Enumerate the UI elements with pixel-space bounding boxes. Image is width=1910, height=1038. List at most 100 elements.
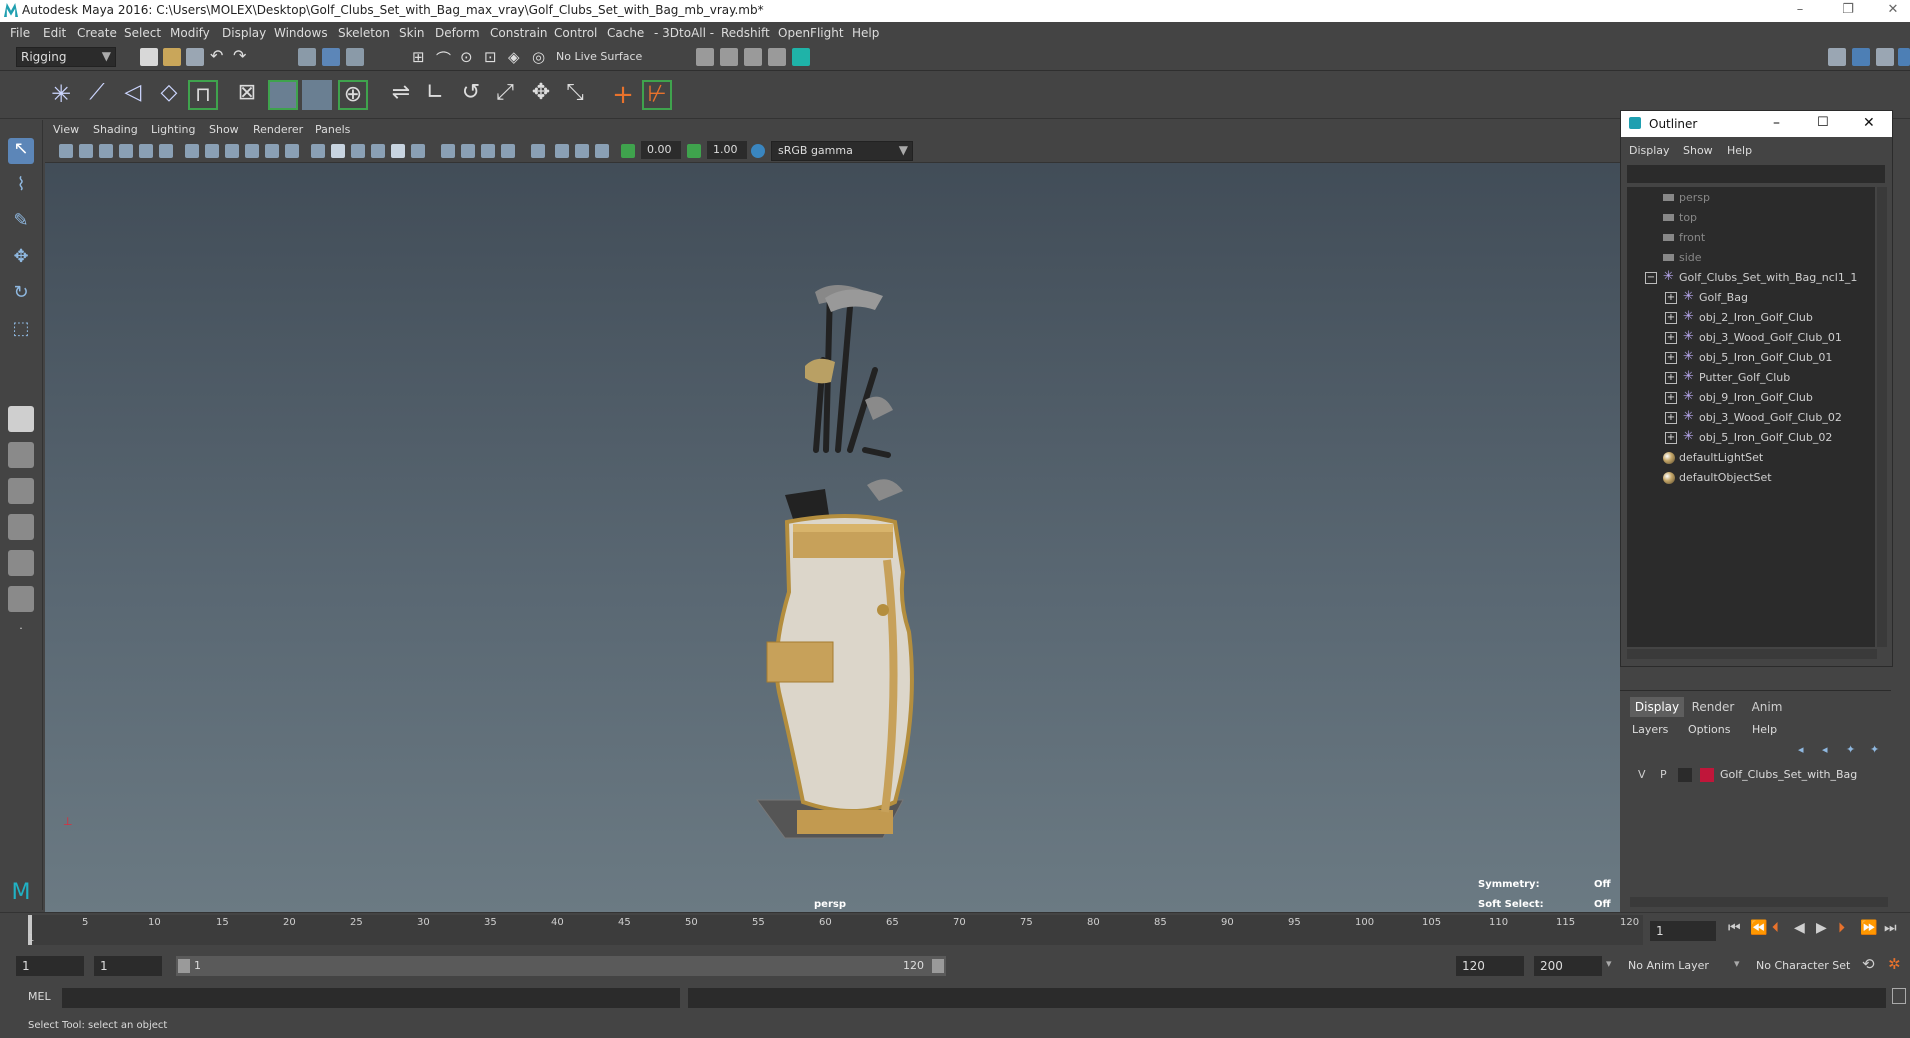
- menu-windows[interactable]: Windows: [274, 26, 328, 40]
- render-settings-icon[interactable]: [768, 48, 786, 66]
- menu-create[interactable]: Create: [77, 26, 117, 40]
- current-frame-field[interactable]: 1: [1650, 921, 1716, 941]
- menu-display[interactable]: Display: [222, 26, 266, 40]
- tree-item-top[interactable]: top: [1627, 209, 1875, 227]
- redo-icon[interactable]: ↷: [233, 48, 251, 66]
- collapse-icon[interactable]: −: [1645, 272, 1657, 284]
- outliner-menu-display[interactable]: Display: [1629, 144, 1670, 157]
- tree-item-root-group[interactable]: − ✳ Golf_Clubs_Set_with_Bag_ncl1_1: [1627, 269, 1875, 287]
- menu-modify[interactable]: Modify: [170, 26, 210, 40]
- point-constraint-icon[interactable]: ⇌: [386, 80, 416, 110]
- chevron-down-icon[interactable]: ▾: [1606, 957, 1612, 970]
- select-hierarchy-icon[interactable]: [298, 48, 316, 66]
- time-slider[interactable]: 1 5 10 15 20 25 30 35 40 45 50 55 60 65 …: [0, 912, 1910, 949]
- shadows-icon[interactable]: [411, 144, 425, 158]
- snap-grid-icon[interactable]: ⊞: [412, 48, 430, 66]
- wrap-deformer-icon[interactable]: [302, 80, 332, 110]
- move-tool-icon[interactable]: ✥: [8, 246, 34, 272]
- tree-item-5-iron-01[interactable]: + ✳ obj_5_Iron_Golf_Club_01: [1627, 349, 1875, 367]
- expand-icon[interactable]: +: [1665, 352, 1677, 364]
- anim-layer-dropdown[interactable]: No Anim Layer: [1622, 956, 1742, 976]
- snap-curve-icon[interactable]: ⌒: [436, 48, 454, 68]
- script-editor-icon[interactable]: [1892, 988, 1906, 1004]
- close-button[interactable]: ✕: [1878, 2, 1908, 20]
- select-camera-icon[interactable]: [59, 144, 73, 158]
- expand-icon[interactable]: +: [1665, 392, 1677, 404]
- menu-control[interactable]: Control: [554, 26, 597, 40]
- outliner-horizontal-scrollbar[interactable]: [1627, 649, 1877, 659]
- menu-cache[interactable]: Cache: [607, 26, 644, 40]
- chevron-down-icon[interactable]: ▾: [1734, 957, 1740, 970]
- menu-edit[interactable]: Edit: [43, 26, 66, 40]
- bind-skin-icon[interactable]: ⊓: [188, 80, 218, 110]
- tree-item-putter[interactable]: + ✳ Putter_Golf_Club: [1627, 369, 1875, 387]
- undo-icon[interactable]: ↶: [210, 48, 228, 66]
- layer-horizontal-scrollbar[interactable]: [1630, 897, 1888, 907]
- expand-icon[interactable]: +: [1665, 312, 1677, 324]
- channel-box-toggle-icon[interactable]: [1898, 48, 1910, 66]
- layer-color-swatch[interactable]: [1700, 768, 1714, 782]
- ipr-render-icon[interactable]: [744, 48, 762, 66]
- bookmark-icon[interactable]: [99, 144, 113, 158]
- step-back-frame-icon[interactable]: ⏪: [1750, 920, 1767, 936]
- ik-spline-icon[interactable]: ◁: [118, 80, 148, 110]
- expand-icon[interactable]: +: [1665, 412, 1677, 424]
- two-d-pan-icon[interactable]: [139, 144, 153, 158]
- paint-select-icon[interactable]: ✎: [8, 210, 34, 236]
- time-slider-track[interactable]: [28, 915, 1643, 945]
- single-perspective-layout-icon[interactable]: [8, 406, 34, 432]
- color-management-icon[interactable]: [751, 144, 765, 158]
- range-slider-bar[interactable]: 1 120: [176, 956, 946, 976]
- camera-attributes-icon[interactable]: [79, 144, 93, 158]
- film-gate-icon[interactable]: [205, 144, 219, 158]
- menu-file[interactable]: File: [10, 26, 30, 40]
- tree-item-front[interactable]: front: [1627, 229, 1875, 247]
- outliner-menu-help[interactable]: Help: [1727, 144, 1752, 157]
- step-back-key-icon[interactable]: ⏴: [1772, 920, 1779, 936]
- expand-icon[interactable]: +: [1665, 432, 1677, 444]
- new-scene-icon[interactable]: [140, 48, 158, 66]
- panel-menu-shading[interactable]: Shading: [93, 123, 138, 136]
- layers-menu-options[interactable]: Options: [1688, 723, 1730, 736]
- layers-menu-help[interactable]: Help: [1752, 723, 1777, 736]
- new-layer-selected-icon[interactable]: ✦: [1870, 743, 1879, 756]
- outliner-persp-layout-icon[interactable]: [8, 586, 34, 612]
- command-input[interactable]: [62, 988, 680, 1008]
- play-backwards-icon[interactable]: ◀: [1794, 920, 1805, 936]
- perspective-viewport[interactable]: ⊥: [45, 120, 1620, 912]
- select-object-icon[interactable]: [322, 48, 340, 66]
- playback-start-field[interactable]: 1: [94, 956, 162, 976]
- xray-joints-icon[interactable]: [575, 144, 589, 158]
- open-scene-icon[interactable]: [163, 48, 181, 66]
- menu-skeleton[interactable]: Skeleton: [338, 26, 390, 40]
- tree-item-persp[interactable]: persp: [1627, 189, 1875, 207]
- exposure-field[interactable]: 0.00: [641, 141, 681, 159]
- panel-menu-lighting[interactable]: Lighting: [151, 123, 195, 136]
- parent-constraint-icon[interactable]: ✥: [526, 80, 556, 110]
- safe-action-icon[interactable]: [285, 144, 299, 158]
- snap-point-icon[interactable]: ⊙: [460, 48, 478, 66]
- cluster-icon[interactable]: ⊠: [232, 80, 262, 110]
- select-component-icon[interactable]: [346, 48, 364, 66]
- select-tool-icon[interactable]: ↖: [8, 138, 34, 164]
- panel-menu-renderer[interactable]: Renderer: [253, 123, 303, 136]
- outliner-minimize-button[interactable]: –: [1773, 115, 1780, 131]
- aim-constraint-icon[interactable]: ∟: [420, 80, 450, 110]
- lattice-icon[interactable]: [268, 80, 298, 110]
- outliner-menu-show[interactable]: Show: [1683, 144, 1713, 157]
- layer-row[interactable]: V P Golf_Clubs_Set_with_Bag: [1630, 765, 1888, 785]
- tab-anim[interactable]: Anim: [1742, 697, 1792, 717]
- tree-item-3-wood-01[interactable]: + ✳ obj_3_Wood_Golf_Club_01: [1627, 329, 1875, 347]
- tree-item-9-iron[interactable]: + ✳ obj_9_Iron_Golf_Club: [1627, 389, 1875, 407]
- outliner-filter-field[interactable]: [1627, 165, 1885, 183]
- attribute-editor-toggle-icon[interactable]: [1852, 48, 1870, 66]
- animation-end-field[interactable]: 200: [1534, 956, 1602, 976]
- persp-graph-layout-icon[interactable]: [8, 514, 34, 540]
- auto-key-icon[interactable]: ⟲: [1862, 955, 1875, 973]
- preferences-icon[interactable]: ✲: [1888, 955, 1901, 973]
- exposure-icon[interactable]: [621, 144, 635, 158]
- go-to-end-icon[interactable]: ⏭: [1884, 920, 1897, 936]
- play-forwards-icon[interactable]: ▶: [1816, 920, 1827, 936]
- live-surface-label[interactable]: No Live Surface: [556, 50, 642, 63]
- gate-mask-icon[interactable]: [245, 144, 259, 158]
